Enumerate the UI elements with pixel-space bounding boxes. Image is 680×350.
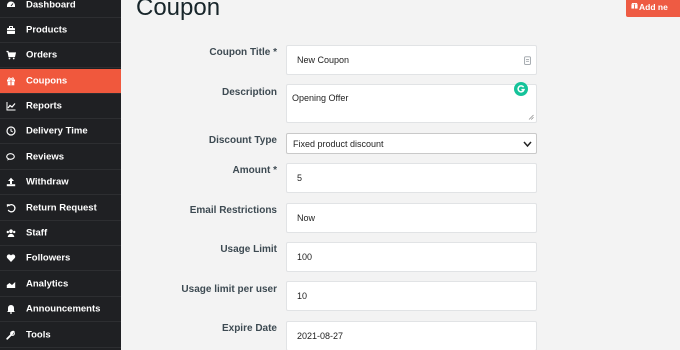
description-value: Opening Offer <box>292 93 349 103</box>
expire-date-value: 2021-08-27 <box>297 331 344 341</box>
coupon-title-label: Coupon Title * <box>209 47 277 58</box>
sidebar-item-products[interactable]: Products <box>0 18 121 43</box>
chart-line-icon <box>6 101 16 111</box>
clipboard-icon[interactable] <box>524 56 531 65</box>
sidebar-item-orders[interactable]: Orders <box>0 43 121 68</box>
gift-icon <box>6 76 16 86</box>
add-new-button-label: Add ne <box>639 1 668 12</box>
usage-limit-label: Usage Limit <box>220 244 277 255</box>
sidebar-item-label: Followers <box>26 252 71 264</box>
email-restrictions-input[interactable]: Now <box>286 203 537 233</box>
discount-type-select[interactable]: Fixed product discount <box>286 133 537 154</box>
sidebar-item-reviews[interactable]: Reviews <box>0 145 121 170</box>
coupon-title-value: New Coupon <box>297 55 350 65</box>
heart-icon <box>6 253 16 263</box>
sidebar-item-label: Delivery Time <box>26 125 88 137</box>
discount-type-label: Discount Type <box>208 135 277 146</box>
sidebar-item-label: Announcements <box>26 303 101 315</box>
undo-icon <box>6 203 16 213</box>
usage-limit-per-user-value: 10 <box>297 291 308 301</box>
chevron-down-icon <box>523 141 532 148</box>
sidebar-item-followers[interactable]: Followers <box>0 246 121 271</box>
gift-icon <box>631 3 638 9</box>
email-restrictions-label: Email Restrictions <box>189 205 277 216</box>
coupon-title-input[interactable]: New Coupon <box>286 45 537 75</box>
usage-limit-per-user-input[interactable]: 10 <box>286 281 537 311</box>
sidebar-item-analytics[interactable]: Analytics <box>0 272 121 297</box>
sidebar-item-label: Orders <box>26 49 58 61</box>
sidebar-item-tools[interactable]: Tools <box>0 323 121 348</box>
resize-handle-icon[interactable] <box>528 114 534 120</box>
sidebar-item-announcements[interactable]: Announcements <box>0 297 121 322</box>
wrench-icon <box>6 330 16 340</box>
amount-label: Amount * <box>232 165 277 176</box>
sidebar-item-withdraw[interactable]: Withdraw <box>0 170 121 195</box>
sidebar-item-label: Products <box>26 24 68 36</box>
sidebar-item-label: Return Request <box>26 202 97 214</box>
sidebar-item-label: Coupons <box>26 75 68 87</box>
sidebar: Dashboard Products Orders Coupons Report… <box>0 0 121 350</box>
sidebar-item-coupons[interactable]: Coupons <box>0 69 121 94</box>
sidebar-item-label: Reports <box>26 100 62 112</box>
sidebar-item-dashboard[interactable]: Dashboard <box>0 0 121 18</box>
sidebar-item-label: Withdraw <box>26 176 69 188</box>
sidebar-item-label: Analytics <box>26 278 69 290</box>
app-frame: Dashboard Products Orders Coupons Report… <box>0 0 680 350</box>
comments-icon <box>6 152 16 162</box>
usage-limit-input[interactable]: 100 <box>286 242 537 272</box>
sidebar-item-return-request[interactable]: Return Request <box>0 196 121 221</box>
expire-date-label: Expire Date <box>221 323 277 334</box>
description-label: Description <box>221 87 277 98</box>
expire-date-input[interactable]: 2021-08-27 <box>286 321 537 350</box>
amount-value: 5 <box>297 173 303 183</box>
amount-input[interactable]: 5 <box>286 163 537 193</box>
sidebar-item-staff[interactable]: Staff <box>0 221 121 246</box>
page-title: Coupon <box>136 0 221 21</box>
sidebar-item-label: Reviews <box>26 151 65 163</box>
sidebar-item-delivery-time[interactable]: Delivery Time <box>0 119 121 144</box>
cart-icon <box>6 50 16 60</box>
upload-icon <box>6 177 16 187</box>
area-chart-icon <box>6 279 16 289</box>
add-new-button[interactable]: Add ne <box>626 0 680 17</box>
main-panel: Coupon Add ne Coupon Title * New Coupon … <box>121 0 680 350</box>
description-textarea[interactable]: Opening Offer <box>286 82 537 123</box>
sidebar-item-label: Tools <box>26 329 51 341</box>
usage-limit-per-user-label: Usage limit per user <box>181 284 277 295</box>
grammarly-icon[interactable] <box>514 82 528 96</box>
clock-icon <box>6 126 16 136</box>
users-icon <box>6 228 16 238</box>
dashboard-icon <box>6 0 16 10</box>
sidebar-item-reports[interactable]: Reports <box>0 94 121 119</box>
email-restrictions-value: Now <box>297 213 316 223</box>
briefcase-icon <box>6 25 16 35</box>
sidebar-item-label: Dashboard <box>26 0 76 11</box>
bell-icon <box>6 304 16 314</box>
discount-type-value: Fixed product discount <box>293 138 384 149</box>
usage-limit-value: 100 <box>297 252 313 262</box>
sidebar-item-label: Staff <box>26 227 48 239</box>
